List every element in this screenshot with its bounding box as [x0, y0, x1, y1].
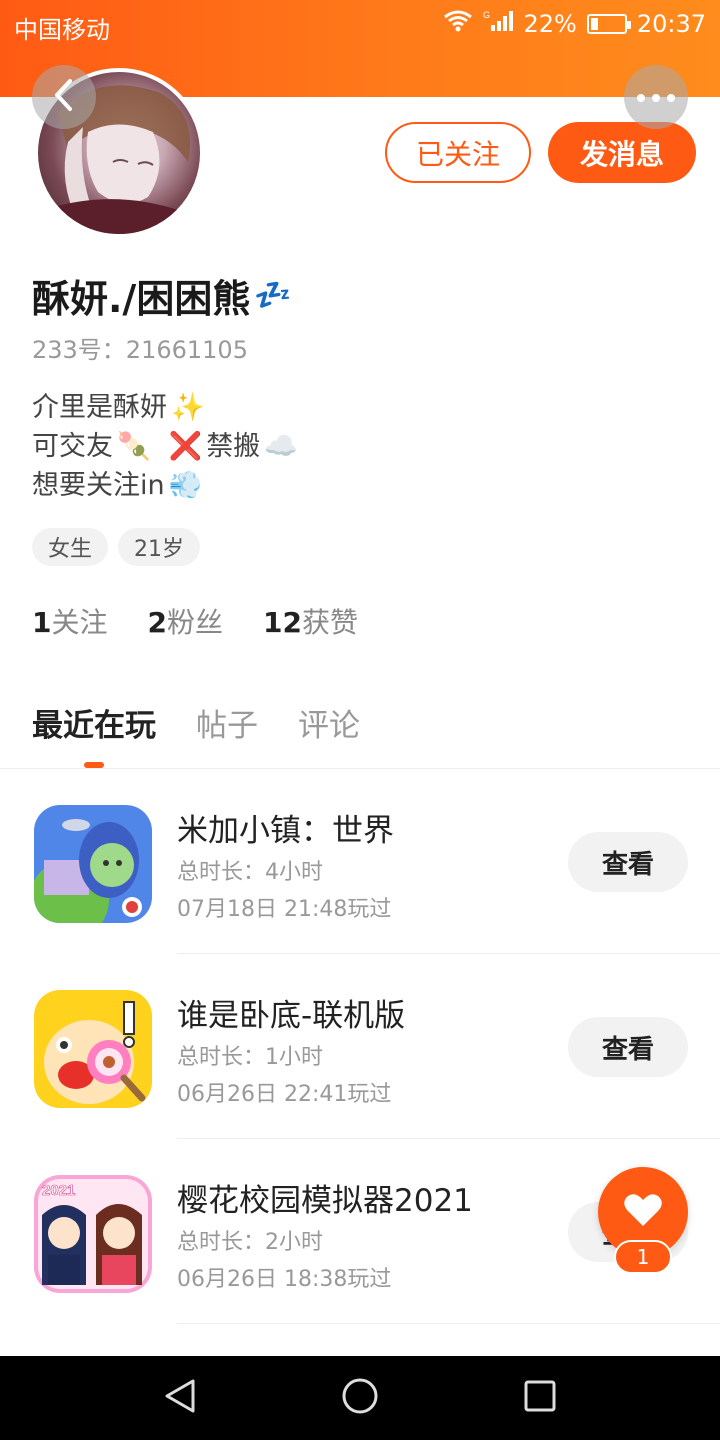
game-icon-sakura-school: 2021	[34, 1175, 152, 1293]
wifi-icon	[443, 9, 473, 39]
stat-following[interactable]: 1关注	[32, 601, 108, 641]
chevron-left-icon	[52, 78, 76, 116]
stat-number: 1	[32, 606, 52, 639]
nav-home-button[interactable]	[338, 1376, 382, 1420]
stat-number: 2	[147, 606, 167, 639]
send-message-button[interactable]: 发消息	[548, 122, 696, 183]
divider	[177, 1323, 720, 1324]
view-button[interactable]: 查看	[568, 832, 688, 892]
view-button[interactable]: 查看	[568, 1017, 688, 1077]
game-icon-spy	[34, 990, 152, 1108]
stat-likes[interactable]: 12获赞	[263, 601, 358, 641]
stat-label: 粉丝	[166, 606, 223, 639]
bio-text: 可交友	[32, 431, 113, 462]
bio-text: 禁搬	[206, 431, 261, 462]
circle-home-icon	[341, 1377, 379, 1419]
bio-text: 介里是酥妍	[32, 392, 167, 423]
game-duration: 总时长：1小时	[177, 1045, 323, 1070]
stat-label: 关注	[51, 606, 108, 639]
more-dots-icon	[636, 88, 676, 107]
cloud-emoji: ☁️	[264, 431, 298, 462]
list-item[interactable]: 谁是卧底-联机版 总时长：1小时 06月26日 22:41玩过 查看	[0, 954, 720, 1139]
square-recents-icon	[523, 1379, 557, 1417]
stat-label: 获赞	[301, 606, 358, 639]
network-type: G	[483, 10, 490, 20]
dango-emoji: 🍡	[117, 431, 151, 462]
followed-button[interactable]: 已关注	[385, 122, 531, 183]
stat-followers[interactable]: 2粉丝	[148, 601, 224, 641]
game-duration: 总时长：2小时	[177, 1230, 323, 1255]
stat-number: 12	[263, 606, 302, 639]
game-last-played: 06月26日 18:38玩过	[177, 1267, 392, 1292]
signal-icon: G	[483, 9, 514, 39]
tab-comments[interactable]: 评论	[298, 700, 360, 745]
game-title: 樱花校园模拟器2021	[177, 1183, 473, 1219]
back-button[interactable]	[32, 65, 96, 129]
tab-recently-played[interactable]: 最近在玩	[32, 700, 156, 745]
nav-recents-button[interactable]	[518, 1376, 562, 1420]
clock: 20:37	[636, 10, 706, 38]
user-id: 233号：21661105	[32, 336, 248, 364]
more-button[interactable]	[624, 65, 688, 129]
status-icons: G 22% 20:37	[443, 8, 706, 40]
game-title: 谁是卧底-联机版	[177, 998, 406, 1034]
profile-name: 酥妍./困困熊 💤	[32, 268, 292, 323]
game-icon-miga-town	[34, 805, 152, 923]
game-icon-badge: 2021	[42, 1182, 75, 1199]
system-nav-bar	[0, 1356, 720, 1440]
game-title: 米加小镇：世界	[177, 813, 394, 849]
profile-tags: 女生 21岁	[32, 528, 201, 566]
bio-line: 介里是酥妍 ✨	[32, 388, 298, 427]
battery-icon	[586, 14, 631, 34]
bio-line: 想要关注in 💨	[32, 466, 298, 505]
dash-emoji: 💨	[168, 470, 203, 501]
cross-mark-emoji: ❌	[168, 431, 203, 462]
heart-icon	[623, 1192, 663, 1232]
nav-back-button[interactable]	[158, 1376, 202, 1420]
profile-bio: 介里是酥妍 ✨ 可交友 🍡 ❌ 禁搬 ☁️ 想要关注in 💨	[32, 388, 298, 505]
bio-text: 想要关注in	[32, 470, 165, 501]
carrier-label: 中国移动	[14, 16, 110, 44]
profile-stats: 1关注 2粉丝 12获赞	[32, 601, 358, 641]
sparkles-emoji: ✨	[171, 392, 205, 423]
tab-posts[interactable]: 帖子	[196, 700, 258, 745]
like-count-badge: 1	[614, 1240, 672, 1274]
game-duration: 总时长：4小时	[177, 860, 323, 885]
age-tag: 21岁	[118, 528, 201, 566]
game-last-played: 06月26日 22:41玩过	[177, 1082, 392, 1107]
sleep-emoji: 💤	[254, 278, 292, 313]
profile-name-text: 酥妍./困困熊	[32, 277, 251, 321]
bio-line: 可交友 🍡 ❌ 禁搬 ☁️	[32, 427, 298, 466]
battery-percent: 22%	[523, 10, 577, 38]
list-item[interactable]: 米加小镇：世界 总时长：4小时 07月18日 21:48玩过 查看	[0, 769, 720, 954]
game-last-played: 07月18日 21:48玩过	[177, 897, 392, 922]
profile-tabs: 最近在玩 帖子 评论	[32, 700, 360, 745]
triangle-back-icon	[163, 1378, 197, 1418]
battery-level	[590, 18, 598, 30]
gender-tag: 女生	[32, 528, 109, 566]
